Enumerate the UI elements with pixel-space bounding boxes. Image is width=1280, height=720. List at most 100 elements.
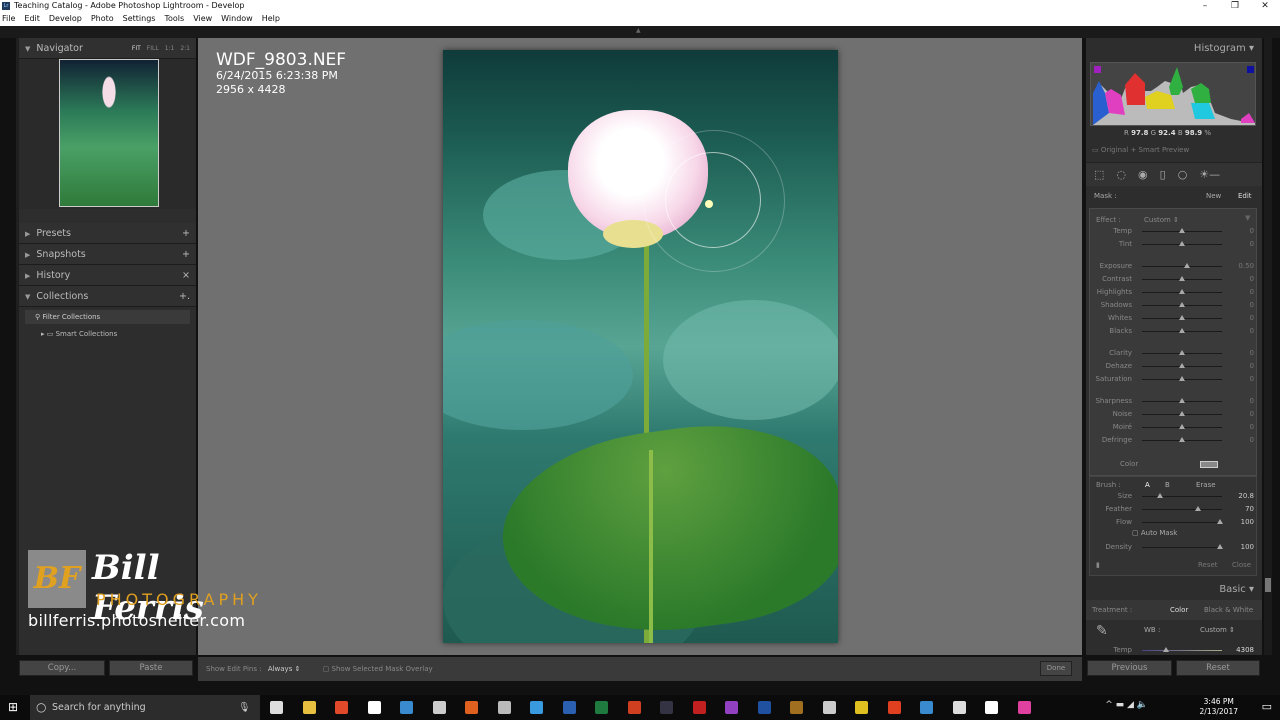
crop-tool-icon[interactable]: ⬚: [1094, 169, 1104, 186]
taskbar-app-icon[interactable]: [887, 701, 901, 714]
taskbar-app-icon[interactable]: [692, 701, 706, 714]
taskbar-app-icon[interactable]: [920, 701, 933, 714]
mask-new-button[interactable]: New: [1206, 192, 1221, 200]
slider-defringe[interactable]: Defringe 0: [1090, 434, 1258, 447]
slider-thumb[interactable]: [1179, 411, 1185, 416]
basic-header[interactable]: Basic ▾: [1219, 584, 1254, 595]
copy-button[interactable]: Copy...: [19, 660, 105, 676]
add-preset-icon[interactable]: +: [182, 223, 190, 244]
taskbar-search[interactable]: ○ Search for anything 🎙: [30, 695, 260, 720]
taskbar-app-icon[interactable]: [790, 701, 803, 714]
restore-icon[interactable]: ❐: [1220, 0, 1250, 12]
taskbar-app-icon[interactable]: [1017, 701, 1031, 714]
nav-2-1[interactable]: 2:1: [180, 38, 190, 59]
slider-blacks[interactable]: Blacks 0: [1090, 325, 1258, 338]
action-center-icon[interactable]: ▭: [1262, 700, 1272, 713]
slider-thumb[interactable]: [1179, 289, 1185, 294]
slider-temp[interactable]: Temp 0: [1090, 225, 1258, 238]
mask-edit-button[interactable]: Edit: [1238, 192, 1252, 200]
taskbar-app-icon[interactable]: [757, 701, 771, 714]
presets-panel[interactable]: ▶ Presets +: [19, 223, 196, 244]
previous-button[interactable]: Previous: [1087, 660, 1172, 676]
slider-thumb[interactable]: [1179, 241, 1185, 246]
slider-thumb[interactable]: [1179, 350, 1185, 355]
adjustment-brush-icon[interactable]: ☀—: [1199, 169, 1220, 186]
brush-erase[interactable]: Erase: [1196, 481, 1216, 489]
radial-filter-icon[interactable]: ○: [1178, 169, 1188, 186]
taskbar-app-icon[interactable]: [562, 701, 576, 714]
close-icon[interactable]: ✕: [1250, 0, 1280, 12]
nav-1-1[interactable]: 1:1: [165, 38, 175, 59]
minimize-icon[interactable]: –: [1190, 0, 1220, 12]
histogram-header[interactable]: Histogram ▾: [1194, 43, 1254, 54]
add-collection-icon[interactable]: +.: [179, 286, 190, 307]
treatment-bw[interactable]: Black & White: [1204, 606, 1253, 614]
slider-shadows[interactable]: Shadows 0: [1090, 299, 1258, 312]
taskbar-app-icon[interactable]: [855, 701, 868, 714]
taskbar-app-icon[interactable]: [985, 701, 998, 714]
menu-file[interactable]: File: [2, 12, 15, 26]
lotus-photo[interactable]: [443, 50, 838, 643]
slider-thumb[interactable]: [1179, 328, 1185, 333]
wb-eyedropper-icon[interactable]: ✎: [1096, 623, 1108, 639]
color-swatch[interactable]: [1200, 461, 1218, 468]
history-panel[interactable]: ▶ History ×: [19, 265, 196, 286]
taskbar-app-icon[interactable]: [367, 701, 381, 714]
taskbar-app-icon[interactable]: [270, 701, 283, 714]
spot-removal-icon[interactable]: ◌: [1116, 169, 1126, 186]
slider-noise[interactable]: Noise 0: [1090, 408, 1258, 421]
taskbar-app-icon[interactable]: [530, 701, 543, 714]
slider-saturation[interactable]: Saturation 0: [1090, 373, 1258, 386]
taskbar-app-icon[interactable]: [952, 701, 966, 714]
taskbar-app-icon[interactable]: [302, 701, 316, 714]
slider-highlights[interactable]: Highlights 0: [1090, 286, 1258, 299]
brush-b[interactable]: B: [1165, 481, 1170, 489]
slider-tint[interactable]: Tint 0: [1090, 238, 1258, 251]
slider-thumb[interactable]: [1179, 424, 1185, 429]
top-panel-toggle[interactable]: ▲: [0, 26, 1280, 38]
clear-history-icon[interactable]: ×: [182, 265, 190, 286]
menu-window[interactable]: Window: [221, 12, 253, 26]
slider-thumb[interactable]: [1217, 544, 1224, 549]
taskbar-app-icon[interactable]: [595, 701, 608, 714]
slider-moir[interactable]: Moiré 0: [1090, 421, 1258, 434]
taskbar-app-icon[interactable]: [432, 701, 446, 714]
menu-help[interactable]: Help: [262, 12, 280, 26]
slider-thumb[interactable]: [1179, 363, 1185, 368]
filter-collections-input[interactable]: ⚲ Filter Collections: [25, 310, 190, 324]
slider-thumb[interactable]: [1179, 228, 1185, 233]
wb-dropdown[interactable]: Custom ⇕: [1200, 626, 1235, 634]
taskbar-app-icon[interactable]: [627, 701, 641, 714]
slider-thumb[interactable]: [1179, 437, 1185, 442]
slider-thumb[interactable]: [1179, 315, 1185, 320]
nav-fit[interactable]: FIT: [132, 38, 141, 59]
slider-thumb[interactable]: [1157, 493, 1164, 498]
taskbar-app-icon[interactable]: [725, 701, 738, 714]
mask-close-button[interactable]: Close: [1232, 561, 1251, 569]
snapshots-panel[interactable]: ▶ Snapshots +: [19, 244, 196, 265]
right-panel-scrollbar[interactable]: [1264, 38, 1272, 655]
brush-flow-slider[interactable]: Flow 100: [1090, 516, 1258, 529]
slider-whites[interactable]: Whites 0: [1090, 312, 1258, 325]
slider-thumb[interactable]: [1183, 263, 1190, 268]
menu-edit[interactable]: Edit: [24, 12, 40, 26]
slider-thumb[interactable]: [1179, 376, 1185, 381]
mask-overlay-checkbox[interactable]: ▢ Show Selected Mask Overlay: [323, 665, 433, 673]
brush-a[interactable]: A: [1145, 481, 1150, 489]
slider-dehaze[interactable]: Dehaze 0: [1090, 360, 1258, 373]
add-snapshot-icon[interactable]: +: [182, 244, 190, 265]
slider-thumb[interactable]: [1179, 276, 1185, 281]
clock[interactable]: 3:46 PM 2/13/2017: [1200, 697, 1238, 717]
slider-thumb[interactable]: [1179, 302, 1185, 307]
taskbar-app-icon[interactable]: [400, 701, 413, 714]
taskbar-app-icon[interactable]: [660, 701, 673, 714]
navigator-preview[interactable]: [59, 59, 159, 207]
taskbar-app-icon[interactable]: [497, 701, 511, 714]
slider-clarity[interactable]: Clarity 0: [1090, 347, 1258, 360]
menu-tools[interactable]: Tools: [164, 12, 184, 26]
edit-pin[interactable]: [705, 200, 713, 208]
collections-panel[interactable]: ▼ Collections +.: [19, 286, 196, 307]
basic-temp-slider[interactable]: Temp 4308: [1090, 644, 1258, 657]
edit-pins-dropdown[interactable]: Always ⇕: [268, 665, 301, 673]
navigator-header[interactable]: ▼ Navigator FIT FILL 1:1 2:1: [19, 38, 196, 59]
